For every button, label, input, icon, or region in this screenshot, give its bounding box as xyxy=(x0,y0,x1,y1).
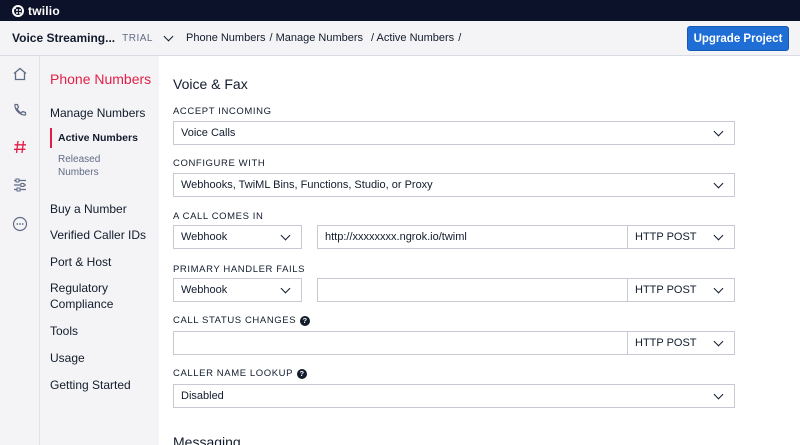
sidebar-item-active-numbers[interactable]: Active Numbers xyxy=(50,128,138,148)
project-name[interactable]: Voice Streaming... xyxy=(12,31,115,45)
call-status-changes-method-select[interactable]: HTTP POST xyxy=(627,331,735,355)
call-comes-in-method-value: HTTP POST xyxy=(635,231,697,243)
breadcrumb-active-numbers[interactable]: / Active Numbers xyxy=(371,32,454,44)
help-icon[interactable]: ? xyxy=(297,368,308,379)
phone-icon[interactable] xyxy=(0,96,40,124)
call-status-changes-label: CALL STATUS CHANGES xyxy=(173,315,297,326)
caller-name-lookup-value: Disabled xyxy=(181,390,224,402)
top-bar: twilio xyxy=(0,0,800,21)
chevron-down-icon xyxy=(713,178,724,189)
chevron-down-icon xyxy=(713,336,724,347)
call-comes-in-url-value: http://xxxxxxxx.ngrok.io/twiml xyxy=(325,231,467,243)
sidebar-item-getting-started[interactable]: Getting Started xyxy=(50,377,155,393)
configure-with-select[interactable]: Webhooks, TwiML Bins, Functions, Studio,… xyxy=(173,173,735,197)
twilio-logo-icon[interactable] xyxy=(12,4,24,17)
sidebar-item-tools[interactable]: Tools xyxy=(50,323,155,339)
primary-handler-fails-type-value: Webhook xyxy=(181,284,228,296)
chevron-down-icon xyxy=(280,230,291,241)
sidebar-item-regulatory-compliance[interactable]: Regulatory Compliance xyxy=(50,280,155,312)
project-header: Voice Streaming... TRIAL Phone Numbers /… xyxy=(0,21,800,56)
project-switcher-chevron-icon[interactable] xyxy=(163,31,174,41)
breadcrumb: Phone Numbers / Manage Numbers / Active … xyxy=(186,32,461,44)
call-comes-in-type-select[interactable]: Webhook xyxy=(173,225,302,249)
section-title-voice-fax: Voice & Fax xyxy=(173,76,248,92)
sidebar-item-manage-numbers[interactable]: Manage Numbers xyxy=(50,106,145,120)
product-icon-rail xyxy=(0,56,40,445)
sidebar-item-verified-caller-ids[interactable]: Verified Caller IDs xyxy=(50,227,155,243)
call-status-changes-label-row: CALL STATUS CHANGES ? xyxy=(173,315,311,326)
sidebar-item-released-numbers[interactable]: Released Numbers xyxy=(58,153,138,179)
voice-fax-config-panel: Voice & Fax ACCEPT INCOMING Voice Calls … xyxy=(159,56,800,445)
hash-icon[interactable] xyxy=(0,133,40,161)
chevron-down-icon xyxy=(713,126,724,137)
caller-name-lookup-label-row: CALLER NAME LOOKUP ? xyxy=(173,368,308,379)
chevron-down-icon xyxy=(713,389,724,400)
call-comes-in-url-input[interactable]: http://xxxxxxxx.ngrok.io/twiml xyxy=(317,225,628,249)
call-comes-in-label: A CALL COMES IN xyxy=(173,211,264,222)
call-comes-in-method-select[interactable]: HTTP POST xyxy=(627,225,735,249)
primary-handler-fails-label: PRIMARY HANDLER FAILS xyxy=(173,264,306,275)
call-status-changes-url-input[interactable] xyxy=(173,331,628,355)
phone-numbers-sidebar: Phone Numbers Manage Numbers Active Numb… xyxy=(40,56,159,445)
breadcrumb-trailing-separator: / xyxy=(458,32,462,44)
chevron-down-icon xyxy=(713,283,724,294)
primary-handler-fails-url-input[interactable] xyxy=(317,278,628,302)
sidebar-item-buy-a-number[interactable]: Buy a Number xyxy=(50,201,155,217)
breadcrumb-manage-numbers[interactable]: / Manage Numbers xyxy=(270,32,364,44)
section-title-messaging: Messaging xyxy=(173,434,241,445)
sidebar-title[interactable]: Phone Numbers xyxy=(50,71,151,87)
chevron-down-icon xyxy=(280,283,291,294)
chevron-down-icon xyxy=(713,230,724,241)
configure-with-value: Webhooks, TwiML Bins, Functions, Studio,… xyxy=(181,179,433,191)
more-icon[interactable] xyxy=(0,210,40,238)
accept-incoming-label: ACCEPT INCOMING xyxy=(173,106,272,117)
sidebar-item-port-and-host[interactable]: Port & Host xyxy=(50,254,155,270)
call-status-changes-method-value: HTTP POST xyxy=(635,337,697,349)
accept-incoming-value: Voice Calls xyxy=(181,127,236,139)
caller-name-lookup-label: CALLER NAME LOOKUP xyxy=(173,368,294,379)
primary-handler-fails-method-select[interactable]: HTTP POST xyxy=(627,278,735,302)
primary-handler-fails-method-value: HTTP POST xyxy=(635,284,697,296)
help-icon[interactable]: ? xyxy=(300,315,311,326)
configure-with-label: CONFIGURE WITH xyxy=(173,158,266,169)
plan-badge: TRIAL xyxy=(122,32,153,44)
primary-handler-fails-type-select[interactable]: Webhook xyxy=(173,278,302,302)
home-icon[interactable] xyxy=(0,60,40,88)
accept-incoming-select[interactable]: Voice Calls xyxy=(173,121,735,145)
call-comes-in-type-value: Webhook xyxy=(181,231,228,243)
logo-text[interactable]: twilio xyxy=(28,4,60,18)
caller-name-lookup-select[interactable]: Disabled xyxy=(173,384,735,408)
sliders-icon[interactable] xyxy=(0,171,40,199)
sidebar-item-usage[interactable]: Usage xyxy=(50,350,155,366)
upgrade-project-button[interactable]: Upgrade Project xyxy=(687,26,789,51)
breadcrumb-phone-numbers[interactable]: Phone Numbers xyxy=(186,32,266,44)
